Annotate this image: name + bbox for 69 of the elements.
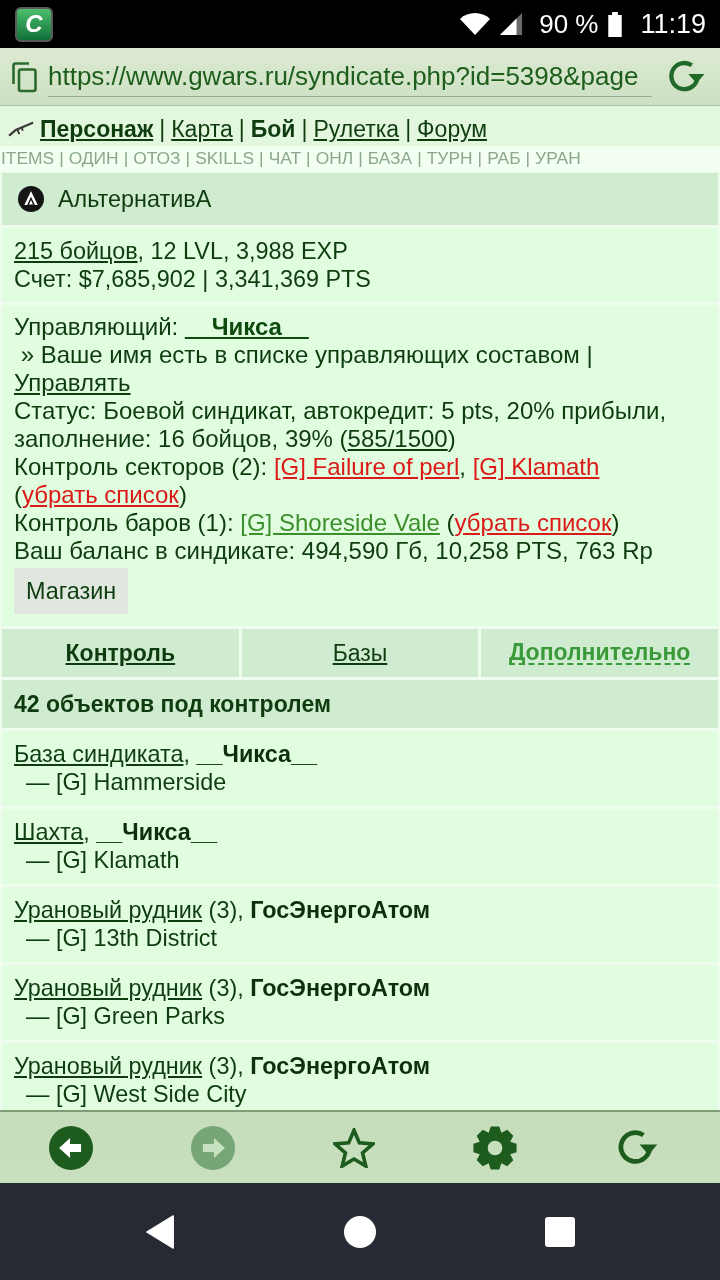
object-link[interactable]: Шахта	[14, 819, 84, 845]
settings-icon[interactable]	[473, 1125, 517, 1170]
link-separator: |	[306, 148, 311, 169]
object-location: — [G] West Side City	[25, 1080, 248, 1108]
nav-separator: |	[405, 115, 412, 143]
link-separator: |	[477, 148, 483, 169]
nav-separator: |	[301, 115, 308, 143]
info-line: Счет: $7,685,902 | 3,341,369 PTS	[14, 265, 372, 293]
object-link[interactable]: Урановый рудник	[14, 1053, 203, 1079]
recents-icon[interactable]	[545, 1216, 575, 1247]
sector-link[interactable]: [G] Klamath	[472, 453, 600, 480]
signal-icon	[499, 12, 524, 36]
object-title: Урановый рудник (3), ГосЭнергоАтом	[14, 974, 432, 1002]
object-link[interactable]: Урановый рудник	[14, 975, 203, 1001]
object-location: — [G] Green Parks	[25, 1002, 226, 1030]
sector-link[interactable]: [G] Failure of perl	[273, 453, 460, 480]
link-separator: |	[358, 148, 363, 169]
battery-percent: 90 %	[539, 8, 599, 40]
link-separator: |	[59, 148, 64, 169]
object-title: База синдиката, __Чикса__	[14, 740, 319, 768]
player-link[interactable]: __Чикса__	[184, 313, 309, 340]
wifi-icon	[459, 12, 492, 36]
object-location: — [G] 13th District	[25, 924, 219, 952]
back-icon[interactable]	[49, 1125, 93, 1170]
syndicate-name: АльтернативА	[58, 185, 212, 213]
link-separator: |	[525, 148, 531, 169]
home-icon[interactable]	[344, 1215, 376, 1248]
tab[interactable]: Базы	[241, 629, 479, 677]
info-line: Контроль секторов (2): [G] Failure of perl, [G] Klamath (убрать список)	[14, 453, 601, 509]
link-separator: |	[417, 148, 422, 169]
section-heading: 42 объектов под контролем	[2, 680, 718, 728]
info-line: Ваш баланс в синдикате: 494,590 Гб, 10,258 PTS, 763 Rp	[14, 537, 654, 565]
info-line: » Ваше имя есть в списке управляющих составом | Управлять	[14, 341, 594, 397]
clock-time: 11:19	[640, 8, 706, 40]
nav-link[interactable]: Форум	[417, 115, 487, 143]
emblem-icon	[18, 186, 44, 212]
nav-link[interactable]: Карта	[171, 115, 233, 143]
star-icon[interactable]	[333, 1127, 375, 1168]
object-link[interactable]: База синдиката	[14, 741, 184, 767]
object-location: — [G] Hammerside	[25, 768, 228, 796]
object-link[interactable]: Урановый рудник	[14, 897, 203, 923]
link-separator: |	[123, 148, 129, 169]
battery-icon	[608, 11, 623, 37]
nav-link[interactable]: Бой	[250, 115, 296, 143]
page-link[interactable]: Управлять	[14, 369, 131, 396]
info-line: Контроль баров (1): [G] Shoreside Vale (убрать список)	[14, 509, 621, 537]
nav-link[interactable]: Персонаж	[40, 115, 154, 143]
object-title: Урановый рудник (3), ГосЭнергоАтом	[14, 896, 432, 924]
app-logo: C	[15, 6, 53, 42]
page-link[interactable]: 215 бойцов	[14, 238, 138, 264]
remove-link[interactable]: убрать список	[22, 481, 179, 508]
back-icon[interactable]	[145, 1214, 175, 1249]
object-location: — [G] Klamath	[25, 846, 181, 874]
object-title: Шахта, __Чикса__	[14, 818, 219, 846]
shop-button[interactable]: Магазин	[14, 568, 129, 614]
nav-link[interactable]: Рулетка	[313, 115, 400, 143]
info-line: 215 бойцов, 12 LVL, 3,988 EXP	[14, 237, 349, 265]
tab[interactable]: Контроль	[2, 629, 239, 677]
object-title: Урановый рудник (3), ГосЭнергоАтом	[14, 1052, 432, 1080]
info-line: Статус: Боевой синдикат, автокредит: 5 pts, 20% прибыли, заполнение: 16 бойцов, 39% (585/1500)	[14, 397, 668, 453]
link-separator: |	[259, 148, 264, 169]
copy-icon[interactable]	[10, 60, 38, 93]
rifle-icon	[8, 121, 34, 137]
info-line: Управляющий: __Чикса__	[14, 313, 310, 341]
url-field[interactable]: https://www.gwars.ru/syndicate.php?id=5398&page	[48, 56, 652, 97]
bar-link[interactable]: [G] Shoreside Vale	[240, 509, 440, 536]
nav-separator: |	[159, 115, 166, 143]
nav-separator: |	[238, 115, 245, 143]
link-separator: |	[185, 148, 191, 169]
